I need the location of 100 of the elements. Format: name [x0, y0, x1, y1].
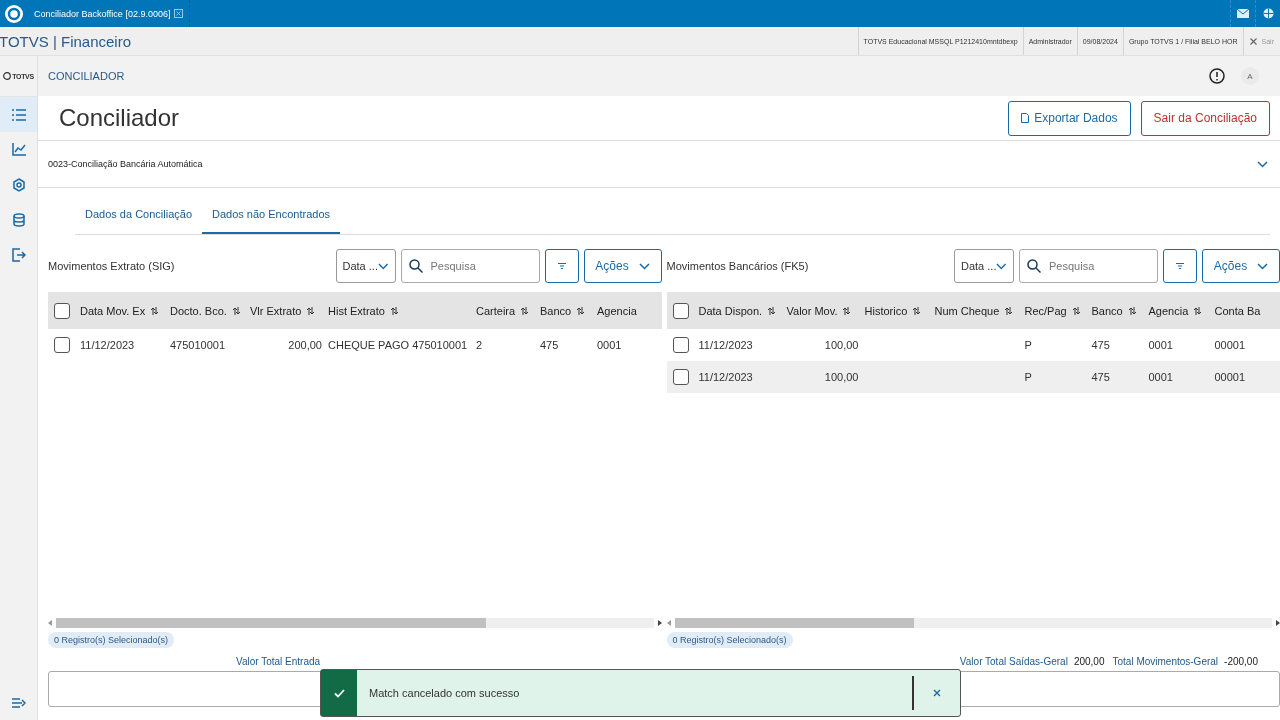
- scroll-left-icon[interactable]: [48, 620, 52, 626]
- logout-icon[interactable]: [11, 247, 26, 262]
- table-cell: 475: [1091, 371, 1110, 383]
- close-icon: [1249, 37, 1257, 45]
- selection-count: 0 Registro(s) Selecionado(s): [666, 632, 793, 648]
- sort-icon[interactable]: [843, 306, 851, 315]
- table-cell: 100,00: [824, 371, 859, 383]
- sort-icon[interactable]: [521, 306, 529, 315]
- column-header[interactable]: Docto. Bco.: [170, 304, 227, 317]
- column-header[interactable]: Vlr Extrato: [250, 304, 302, 317]
- column-header[interactable]: Rec/Pag: [1024, 304, 1067, 317]
- breadcrumb[interactable]: CONCILIADOR: [48, 70, 125, 82]
- panel-title: Movimentos Extrato (SIG): [48, 260, 175, 272]
- column-header[interactable]: Hist Extrato: [328, 304, 385, 317]
- actions-button[interactable]: Ações: [1202, 249, 1280, 283]
- column-header[interactable]: Num Cheque: [934, 304, 1000, 317]
- page-title: Conciliador: [59, 104, 180, 132]
- list-icon[interactable]: [11, 108, 26, 121]
- close-icon[interactable]: [174, 9, 184, 18]
- sort-icon[interactable]: [768, 306, 776, 315]
- mail-icon[interactable]: [1237, 9, 1249, 18]
- search-field[interactable]: Pesquisa: [400, 249, 540, 283]
- order-select[interactable]: Data ...: [954, 249, 1014, 283]
- scroll-right-icon[interactable]: [1276, 620, 1280, 626]
- chevron-icon: [996, 262, 1007, 270]
- tab[interactable]: Dados não Encontrados: [202, 196, 341, 234]
- table-cell: 475: [540, 339, 559, 351]
- total-label: Valor Total Saídas-Geral: [959, 655, 1068, 667]
- row-checkbox[interactable]: [672, 369, 689, 385]
- row-checkbox[interactable]: [672, 337, 689, 353]
- filter-button[interactable]: [1163, 249, 1197, 283]
- column-header[interactable]: Agencia: [1148, 304, 1189, 317]
- row-checkbox[interactable]: [54, 337, 70, 353]
- sort-icon[interactable]: [390, 306, 398, 315]
- close-icon: [933, 689, 941, 697]
- table-cell: 11/12/2023: [698, 339, 753, 351]
- alert-icon[interactable]: [1209, 68, 1225, 84]
- sort-icon[interactable]: [1072, 306, 1080, 315]
- table-cell: CHEQUE PAGO 475010001: [328, 339, 468, 351]
- column-header[interactable]: Data Dispon.: [698, 304, 763, 317]
- total-label: Total Movimentos-Geral: [1112, 655, 1219, 667]
- table-cell: 475010001: [170, 339, 226, 351]
- export-button[interactable]: Exportar Dados: [1008, 100, 1131, 136]
- filter-icon: [557, 263, 566, 269]
- gear-icon[interactable]: [11, 177, 26, 192]
- column-header[interactable]: Data Mov. Ex: [80, 304, 146, 317]
- total-label: Valor Total Entrada: [236, 655, 321, 667]
- search-icon: [1027, 259, 1041, 273]
- column-header[interactable]: Banco: [1091, 304, 1123, 317]
- sort-icon[interactable]: [1128, 306, 1136, 315]
- search-icon: [408, 259, 423, 273]
- select-all-checkbox[interactable]: [54, 302, 70, 319]
- sort-icon[interactable]: [232, 306, 240, 315]
- select-all-checkbox[interactable]: [672, 302, 689, 319]
- actions-button[interactable]: Ações: [583, 249, 662, 283]
- globe-icon[interactable]: [1262, 8, 1274, 19]
- toast-message: Match cancelado com sucesso: [369, 687, 520, 699]
- total-value: -200,00: [1224, 655, 1258, 667]
- accordion-header[interactable]: 0023-Conciliação Bancária Automática: [38, 141, 1280, 188]
- table-cell: 2: [476, 339, 483, 351]
- table-cell: 475: [1091, 339, 1110, 351]
- avatar[interactable]: A: [1241, 67, 1259, 85]
- chevron-icon: [377, 262, 389, 270]
- table-cell: 11/12/2023: [80, 339, 135, 351]
- selection-count: 0 Registro(s) Selecionado(s): [48, 632, 175, 648]
- tab[interactable]: Dados da Conciliação: [75, 196, 202, 234]
- panel-title: Movimentos Bancários (FK5): [666, 260, 809, 272]
- column-header[interactable]: Valor Mov.: [786, 304, 838, 317]
- table-cell: 0001: [1148, 371, 1173, 383]
- expand-menu-icon[interactable]: [11, 696, 26, 709]
- scrollbar-thumb[interactable]: [56, 618, 487, 628]
- sort-icon[interactable]: [913, 306, 921, 315]
- app-logo-icon: [4, 3, 24, 24]
- order-select[interactable]: Data ...: [335, 249, 396, 283]
- column-header[interactable]: Historico: [864, 304, 908, 317]
- chevron-icon: [638, 262, 650, 270]
- filter-button[interactable]: [544, 249, 579, 283]
- document-icon: [1021, 113, 1030, 123]
- exit-button[interactable]: Sair da Conciliação: [1140, 100, 1270, 136]
- sort-icon[interactable]: [307, 306, 315, 315]
- column-header[interactable]: Carteira: [476, 304, 516, 317]
- database-icon[interactable]: [12, 212, 25, 227]
- app-title: TOTVS | Financeiro: [0, 32, 131, 50]
- sort-icon[interactable]: [1194, 306, 1202, 315]
- column-header[interactable]: Conta Ba: [1214, 304, 1261, 317]
- sort-icon[interactable]: [577, 306, 585, 315]
- table-cell: 100,00: [824, 339, 859, 351]
- check-icon: [333, 688, 345, 698]
- sort-icon[interactable]: [1005, 306, 1013, 315]
- scroll-left-icon[interactable]: [666, 620, 671, 626]
- total-value: 200,00: [1073, 655, 1105, 667]
- search-field[interactable]: Pesquisa: [1019, 249, 1158, 283]
- scroll-right-icon[interactable]: [657, 620, 662, 626]
- column-header[interactable]: Banco: [540, 304, 572, 317]
- column-header[interactable]: Agencia: [597, 304, 637, 317]
- chart-icon[interactable]: [11, 143, 26, 156]
- sort-icon[interactable]: [151, 306, 159, 315]
- table-cell: 11/12/2023: [698, 371, 753, 383]
- table-cell: 0001: [1148, 339, 1173, 351]
- scrollbar-thumb[interactable]: [674, 618, 914, 628]
